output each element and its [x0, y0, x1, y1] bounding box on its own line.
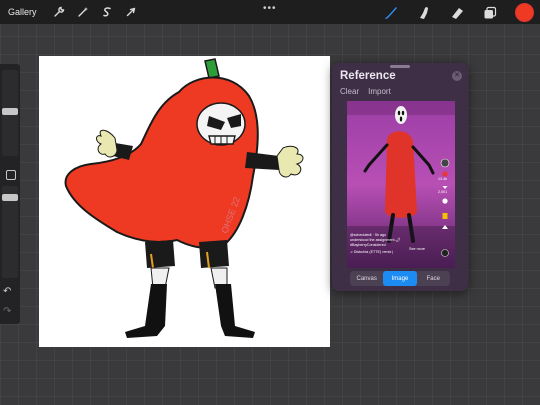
reference-title: Reference: [340, 70, 396, 82]
reference-mode-toggle: Canvas Image Face: [350, 271, 450, 286]
arrow-cursor-icon[interactable]: [123, 4, 139, 20]
reference-image: @scheduledt · 5h ago understood the assi…: [347, 101, 455, 268]
magic-wand-icon[interactable]: [75, 4, 91, 20]
right-glove: [276, 145, 304, 178]
left-glove: [96, 129, 118, 158]
left-shorts: [145, 240, 175, 268]
brush-size-handle[interactable]: [2, 108, 18, 115]
opacity-handle[interactable]: [2, 194, 18, 201]
video-caption-line: #BayberryConsidered: [350, 243, 386, 247]
color-picker-button[interactable]: [515, 3, 534, 22]
top-toolbar: Gallery •••: [0, 0, 540, 24]
wrench-icon[interactable]: [51, 4, 67, 20]
smudge-icon[interactable]: [416, 5, 432, 21]
panel-grab-handle[interactable]: [390, 65, 410, 68]
brush-icon[interactable]: [383, 5, 399, 21]
redo-icon[interactable]: ↷: [3, 306, 11, 317]
import-button[interactable]: Import: [368, 87, 391, 96]
tab-image[interactable]: Image: [383, 271, 417, 286]
close-icon[interactable]: ✕: [452, 71, 462, 81]
comment-count: 2,001: [438, 190, 448, 194]
gallery-button[interactable]: Gallery: [8, 7, 37, 17]
drawing-canvas[interactable]: OHSE 22: [39, 56, 330, 347]
pepper-drawing: OHSE 22: [64, 58, 304, 338]
eraser-icon[interactable]: [449, 5, 465, 21]
tools-group: [383, 3, 534, 22]
right-boot: [215, 284, 255, 338]
costume-body: [385, 131, 417, 218]
see-more-link[interactable]: See more: [409, 247, 425, 251]
reference-panel: Reference ✕ Clear Import @scheduledt · 5…: [332, 63, 468, 291]
more-options-button[interactable]: •••: [263, 3, 277, 14]
eyedropper-button[interactable]: [6, 170, 16, 180]
video-caption-line: @scheduledt · 5h ago: [350, 233, 387, 237]
right-shorts: [199, 240, 229, 268]
actions-group: [51, 4, 139, 20]
s-adjust-icon[interactable]: [99, 4, 115, 20]
clear-button[interactable]: Clear: [340, 87, 359, 96]
right-arm: [245, 152, 279, 170]
like-count: 13.4k: [438, 177, 448, 181]
mask-teeth: [208, 135, 236, 145]
tab-canvas[interactable]: Canvas: [350, 271, 383, 286]
tab-face[interactable]: Face: [417, 271, 450, 286]
left-sidebar: ↶ ↷: [0, 64, 20, 324]
pepper-stem: [204, 58, 220, 79]
undo-icon[interactable]: ↶: [3, 286, 11, 297]
video-caption-line: ♫ Disturbia (ETTE) remix |: [350, 250, 394, 254]
reference-actions: Clear Import: [340, 87, 391, 96]
layers-icon[interactable]: [482, 5, 498, 21]
left-boot: [125, 284, 167, 338]
video-caption-line: understood the assignment 🌶: [350, 238, 401, 242]
